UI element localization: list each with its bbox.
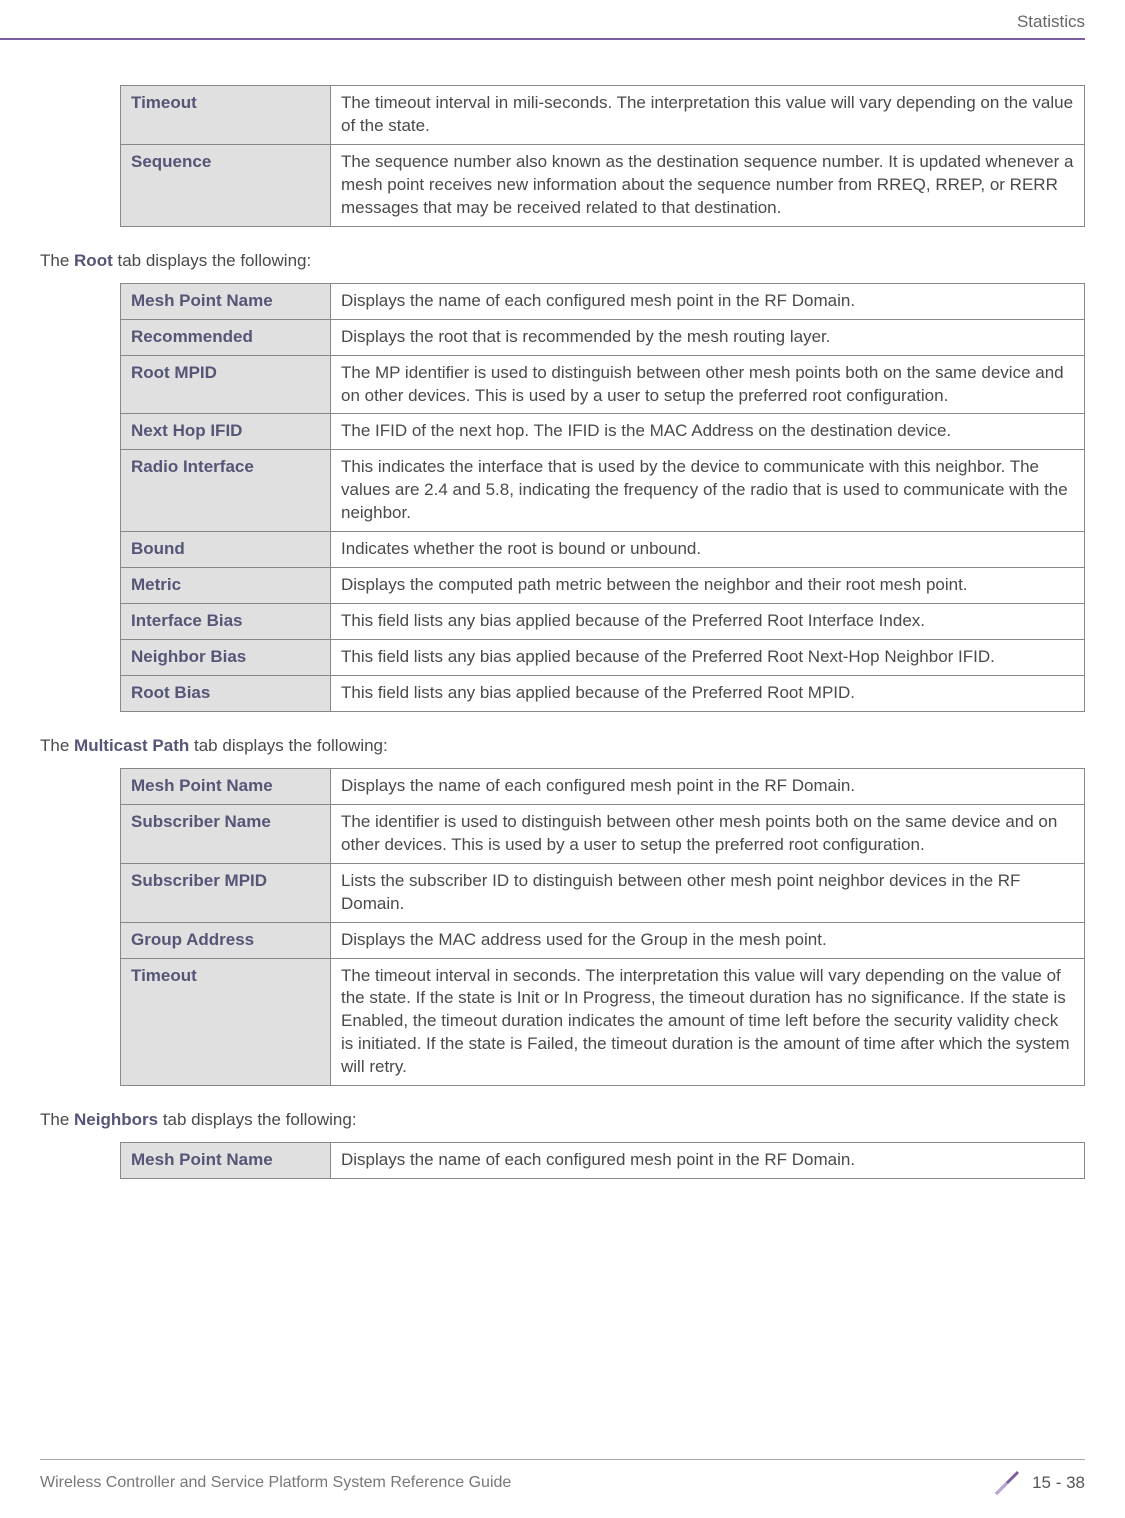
definition-table-1: TimeoutThe timeout interval in mili-seco… [120, 85, 1085, 227]
section-text-pre: The [40, 736, 74, 755]
table-row: Root MPIDThe MP identifier is used to di… [121, 355, 1085, 414]
table-row: Neighbor BiasThis field lists any bias a… [121, 640, 1085, 676]
definition-table-4: Mesh Point NameDisplays the name of each… [120, 1142, 1085, 1179]
row-label: Radio Interface [121, 450, 331, 532]
row-description: Displays the name of each configured mes… [331, 283, 1085, 319]
table-row: Mesh Point NameDisplays the name of each… [121, 283, 1085, 319]
row-description: The identifier is used to distinguish be… [331, 804, 1085, 863]
table-row: RecommendedDisplays the root that is rec… [121, 319, 1085, 355]
table-row: Mesh Point NameDisplays the name of each… [121, 1143, 1085, 1179]
table-row: TimeoutThe timeout interval in seconds. … [121, 958, 1085, 1086]
section-text-bold: Root [74, 251, 113, 270]
row-description: This field lists any bias applied becaus… [331, 640, 1085, 676]
footer-right: 15 - 38 [992, 1468, 1085, 1498]
table-row: Subscriber NameThe identifier is used to… [121, 804, 1085, 863]
row-label: Subscriber Name [121, 804, 331, 863]
row-label: Root Bias [121, 675, 331, 711]
footer-left-text: Wireless Controller and Service Platform… [40, 1474, 511, 1492]
section-text-pre: The [40, 1110, 74, 1129]
row-description: Displays the name of each configured mes… [331, 1143, 1085, 1179]
table-row: TimeoutThe timeout interval in mili-seco… [121, 86, 1085, 145]
row-label: Timeout [121, 86, 331, 145]
section-heading-root: The Root tab displays the following: [40, 251, 1085, 271]
table-row: Radio InterfaceThis indicates the interf… [121, 450, 1085, 532]
page-content: TimeoutThe timeout interval in mili-seco… [0, 0, 1125, 1179]
section-text-post: tab displays the following: [158, 1110, 356, 1129]
table-body: Mesh Point NameDisplays the name of each… [121, 1143, 1085, 1179]
table-body: Mesh Point NameDisplays the name of each… [121, 283, 1085, 711]
table-row: Group AddressDisplays the MAC address us… [121, 922, 1085, 958]
row-description: The timeout interval in seconds. The int… [331, 958, 1085, 1086]
row-description: This indicates the interface that is use… [331, 450, 1085, 532]
footer-content: Wireless Controller and Service Platform… [40, 1468, 1085, 1498]
row-description: The IFID of the next hop. The IFID is th… [331, 414, 1085, 450]
row-label: Mesh Point Name [121, 768, 331, 804]
header-title: Statistics [1017, 12, 1085, 31]
page-footer: Wireless Controller and Service Platform… [0, 1459, 1125, 1498]
row-label: Neighbor Bias [121, 640, 331, 676]
page-header: Statistics [0, 0, 1125, 44]
row-label: Recommended [121, 319, 331, 355]
section-heading-multicast: The Multicast Path tab displays the foll… [40, 736, 1085, 756]
row-description: This field lists any bias applied becaus… [331, 604, 1085, 640]
section-text-post: tab displays the following: [113, 251, 311, 270]
row-description: Displays the root that is recommended by… [331, 319, 1085, 355]
table-row: Next Hop IFIDThe IFID of the next hop. T… [121, 414, 1085, 450]
row-description: The sequence number also known as the de… [331, 144, 1085, 226]
row-label: Mesh Point Name [121, 283, 331, 319]
section-text-bold: Multicast Path [74, 736, 189, 755]
table-row: MetricDisplays the computed path metric … [121, 568, 1085, 604]
section-heading-neighbors: The Neighbors tab displays the following… [40, 1110, 1085, 1130]
row-description: Displays the computed path metric betwee… [331, 568, 1085, 604]
row-label: Group Address [121, 922, 331, 958]
row-description: Displays the name of each configured mes… [331, 768, 1085, 804]
table-row: Root BiasThis field lists any bias appli… [121, 675, 1085, 711]
table-body: Mesh Point NameDisplays the name of each… [121, 768, 1085, 1085]
table-row: Subscriber MPIDLists the subscriber ID t… [121, 863, 1085, 922]
section-text-pre: The [40, 251, 74, 270]
row-description: This field lists any bias applied becaus… [331, 675, 1085, 711]
row-label: Root MPID [121, 355, 331, 414]
table-row: Mesh Point NameDisplays the name of each… [121, 768, 1085, 804]
table-row: SequenceThe sequence number also known a… [121, 144, 1085, 226]
table-row: Interface BiasThis field lists any bias … [121, 604, 1085, 640]
section-text-bold: Neighbors [74, 1110, 158, 1129]
footer-logo-icon [992, 1468, 1022, 1498]
row-label: Next Hop IFID [121, 414, 331, 450]
header-divider [0, 38, 1085, 40]
section-text-post: tab displays the following: [189, 736, 387, 755]
row-label: Mesh Point Name [121, 1143, 331, 1179]
definition-table-3: Mesh Point NameDisplays the name of each… [120, 768, 1085, 1086]
definition-table-2: Mesh Point NameDisplays the name of each… [120, 283, 1085, 712]
row-label: Metric [121, 568, 331, 604]
footer-divider [40, 1459, 1085, 1460]
row-label: Bound [121, 532, 331, 568]
row-description: Lists the subscriber ID to distinguish b… [331, 863, 1085, 922]
table-row: BoundIndicates whether the root is bound… [121, 532, 1085, 568]
row-label: Interface Bias [121, 604, 331, 640]
row-description: The MP identifier is used to distinguish… [331, 355, 1085, 414]
row-label: Timeout [121, 958, 331, 1086]
page-number: 15 - 38 [1032, 1473, 1085, 1493]
table-body: TimeoutThe timeout interval in mili-seco… [121, 86, 1085, 227]
row-label: Subscriber MPID [121, 863, 331, 922]
row-description: Displays the MAC address used for the Gr… [331, 922, 1085, 958]
row-label: Sequence [121, 144, 331, 226]
row-description: The timeout interval in mili-seconds. Th… [331, 86, 1085, 145]
row-description: Indicates whether the root is bound or u… [331, 532, 1085, 568]
